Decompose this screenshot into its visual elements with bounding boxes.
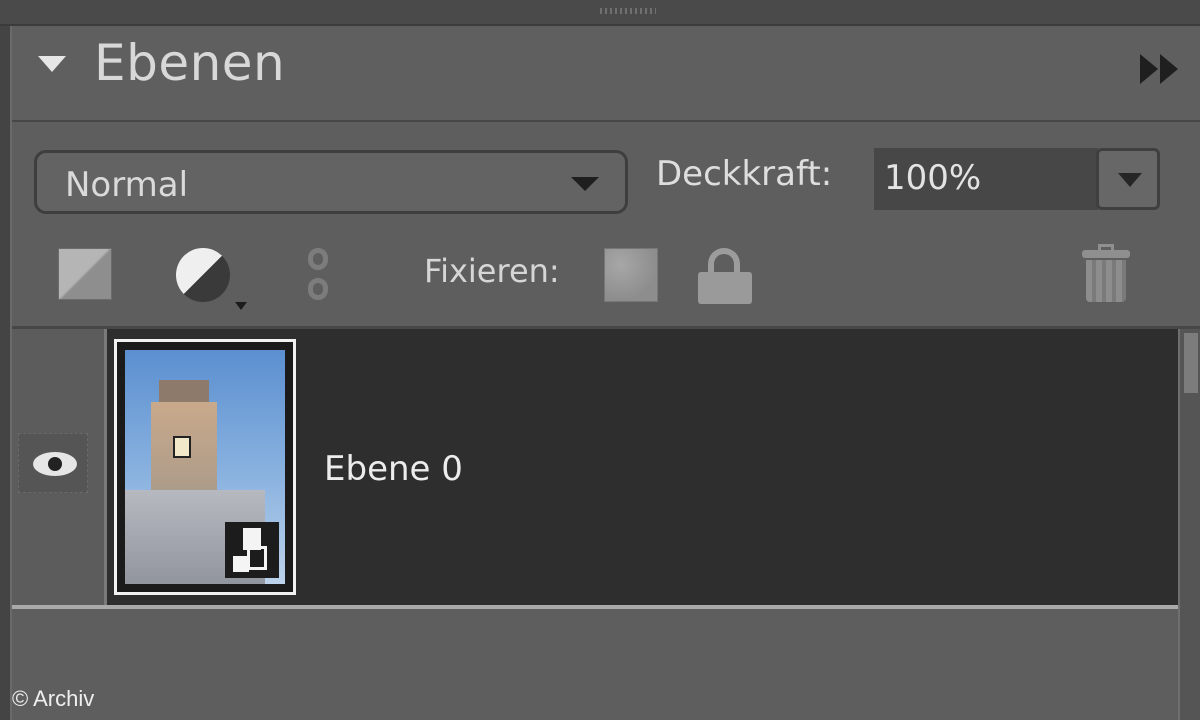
link-layers-icon[interactable] <box>304 248 332 306</box>
blend-mode-dropdown[interactable]: Normal <box>34 150 628 214</box>
panel-header: Ebenen <box>12 26 1200 122</box>
chevron-down-icon <box>571 177 599 191</box>
adjustment-layer-icon[interactable] <box>176 248 230 302</box>
opacity-label: Deckkraft: <box>656 154 833 194</box>
new-layer-icon[interactable] <box>58 248 112 300</box>
layer-row[interactable]: Ebene 0 <box>12 329 1178 609</box>
lock-label: Fixieren: <box>424 252 560 290</box>
panel-left-edge <box>0 0 12 720</box>
layer-tools-row: Fixieren: <box>12 230 1200 329</box>
layer-thumbnail[interactable] <box>114 339 296 595</box>
opacity-value: 100% <box>884 158 982 198</box>
lock-transparent-pixels-icon[interactable] <box>604 248 658 302</box>
panel-title: Ebenen <box>94 34 286 92</box>
layer-list-scrollbar[interactable] <box>1178 329 1200 720</box>
opacity-field[interactable]: 100% <box>874 148 1098 210</box>
blend-opacity-row: Normal Deckkraft: 100% <box>12 122 1200 230</box>
blend-mode-value: Normal <box>65 165 189 205</box>
collapse-triangle-icon[interactable] <box>38 56 66 72</box>
opacity-dropdown-button[interactable] <box>1096 148 1160 210</box>
visibility-toggle[interactable] <box>18 433 88 493</box>
lock-all-icon[interactable] <box>696 248 754 306</box>
layer-name[interactable]: Ebene 0 <box>324 449 463 489</box>
adjustment-menu-caret-icon[interactable] <box>235 302 247 310</box>
grip-handle-icon[interactable] <box>600 8 656 14</box>
scrollbar-thumb[interactable] <box>1184 333 1198 393</box>
panel-menu-arrows-icon[interactable] <box>1140 54 1186 84</box>
chevron-down-icon <box>1118 173 1142 187</box>
layers-panel: Ebenen Normal Deckkraft: 100% Fixieren: <box>0 0 1200 720</box>
copyright-caption: © Archiv <box>12 686 95 711</box>
panel-drag-bar[interactable] <box>0 0 1200 26</box>
layer-list: Ebene 0 <box>12 329 1178 720</box>
visibility-column <box>12 329 107 605</box>
smart-object-icon <box>225 522 279 578</box>
eye-icon <box>33 452 77 476</box>
delete-layer-icon[interactable] <box>1082 244 1130 304</box>
